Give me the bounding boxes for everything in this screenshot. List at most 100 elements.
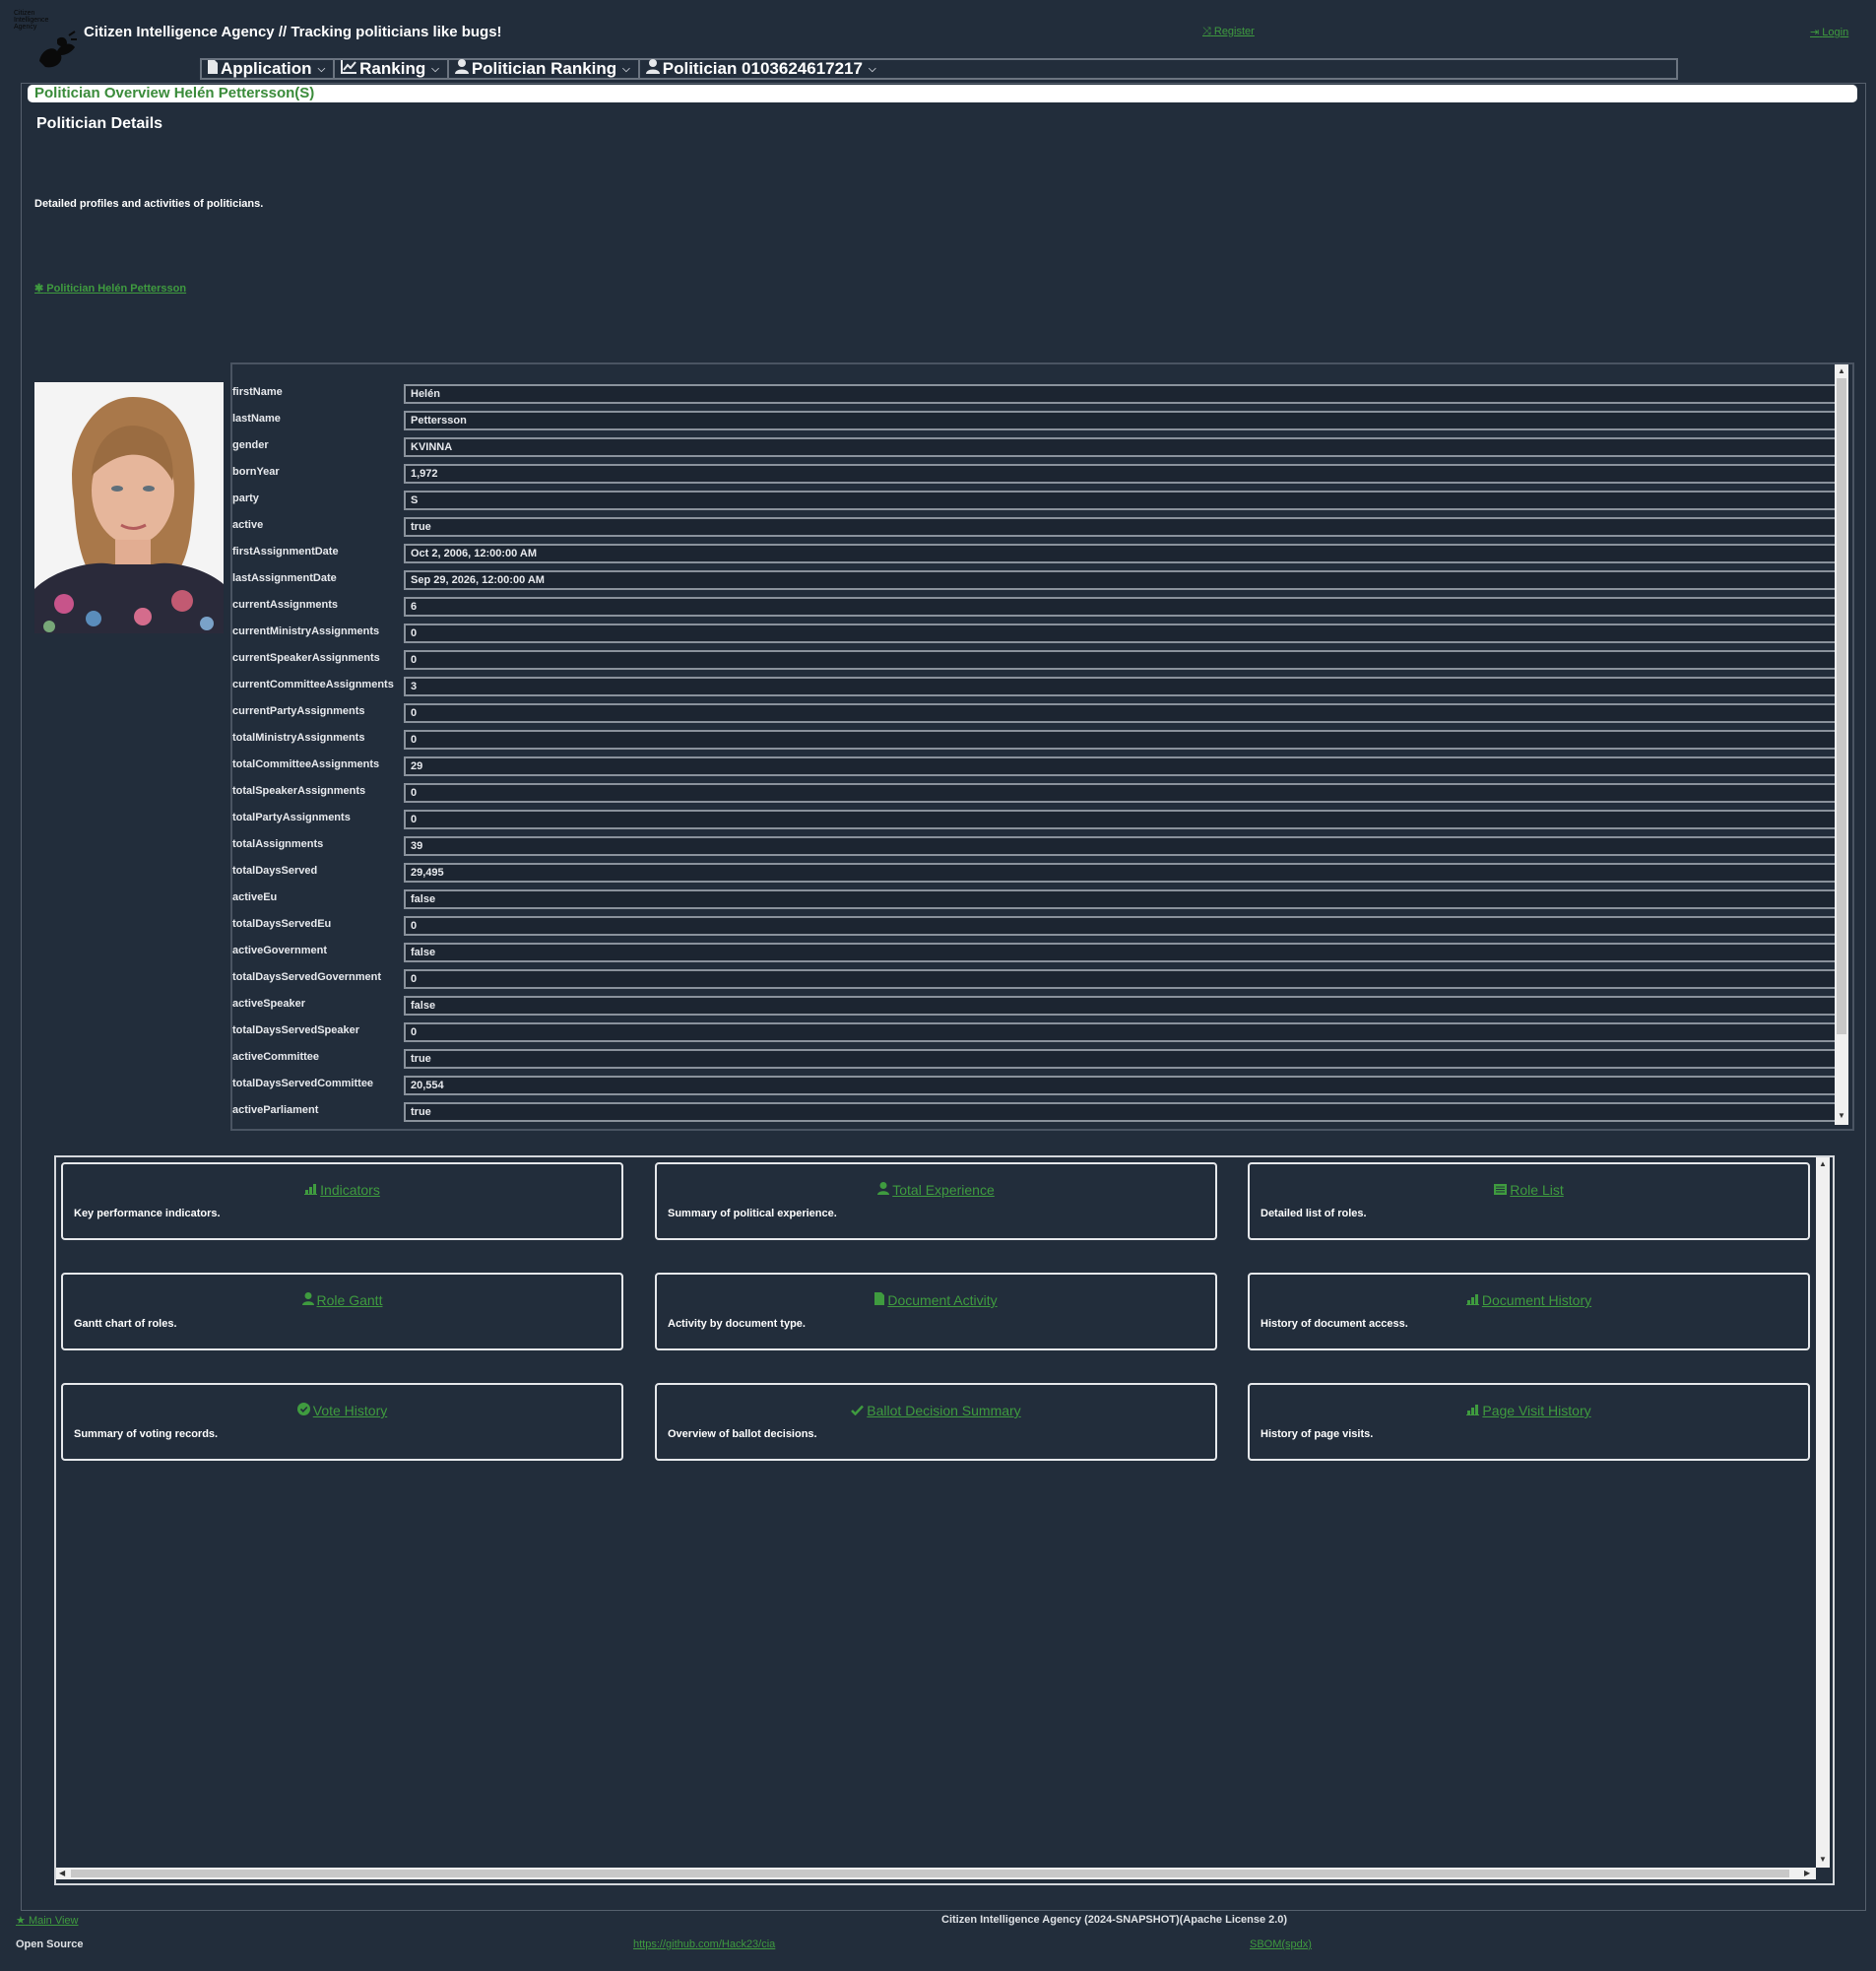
detail-row-lastName: lastName Pettersson	[232, 411, 1841, 431]
list-icon	[1494, 1182, 1508, 1198]
card-title: Role List	[1250, 1182, 1808, 1198]
bug-icon: ✱	[34, 283, 44, 295]
chevron-down-icon: ⌵	[431, 63, 439, 75]
detail-value-field[interactable]: Pettersson	[404, 411, 1841, 430]
scroll-down-icon[interactable]: ▼	[1838, 1111, 1845, 1120]
detail-value-field[interactable]: Sep 29, 2026, 12:00:00 AM	[404, 570, 1841, 590]
footer-sbom-link[interactable]: SBOM(spdx)	[1250, 1938, 1312, 1950]
detail-value-field[interactable]: 29	[404, 756, 1841, 776]
login-link[interactable]: ⇥ Login	[1810, 26, 1848, 38]
chevron-down-icon: ⌵	[317, 63, 326, 75]
card-indicators: Indicators Key performance indicators.	[61, 1162, 623, 1240]
detail-row-currentCommitteeAssignments: currentCommitteeAssignments 3	[232, 677, 1841, 697]
detail-value-field[interactable]: 0	[404, 969, 1841, 989]
sign-in-icon: ⇥	[1810, 27, 1820, 38]
menu-politician[interactable]: Politician 0103624617217 ⌵	[640, 59, 884, 78]
detail-value-field[interactable]: 39	[404, 836, 1841, 856]
detail-value-field[interactable]: 1,972	[404, 464, 1841, 484]
scroll-left-icon[interactable]: ◀	[59, 1869, 65, 1877]
detail-value-field[interactable]: 0	[404, 916, 1841, 936]
card-link[interactable]: Indicators	[320, 1182, 380, 1198]
form-scroll-thumb[interactable]	[1837, 378, 1846, 1034]
bar-chart-icon	[1465, 1292, 1479, 1308]
card-link[interactable]: Role List	[1510, 1182, 1563, 1198]
detail-row-bornYear: bornYear 1,972	[232, 464, 1841, 485]
detail-label: activeGovernment	[232, 945, 327, 956]
card-panel-scroll-thumb[interactable]	[71, 1870, 1789, 1877]
detail-value-field[interactable]: 3	[404, 677, 1841, 696]
detail-value-field[interactable]: KVINNA	[404, 437, 1841, 457]
user-tie-icon	[301, 1292, 314, 1308]
detail-value-field[interactable]: 0	[404, 730, 1841, 750]
detail-value-field[interactable]: true	[404, 517, 1841, 537]
detail-value-field[interactable]: 0	[404, 783, 1841, 803]
detail-label: totalAssignments	[232, 838, 324, 850]
detail-value-field[interactable]: 0	[404, 810, 1841, 829]
menu-politician-ranking[interactable]: Politician Ranking ⌵	[449, 59, 640, 78]
detail-value-field[interactable]: 20,554	[404, 1076, 1841, 1095]
card-panel-vertical-scrollbar[interactable]: ▲ ▼	[1816, 1157, 1830, 1868]
logo-text: Citizen Intelligence Agency	[14, 10, 49, 31]
detail-value-field[interactable]: Oct 2, 2006, 12:00:00 AM	[404, 544, 1841, 563]
card-description: Summary of political experience.	[668, 1208, 837, 1219]
card-document-history: Document History History of document acce…	[1248, 1273, 1810, 1350]
card-link[interactable]: Document Activity	[887, 1292, 997, 1308]
detail-row-totalMinistryAssignments: totalMinistryAssignments 0	[232, 730, 1841, 751]
card-title: Ballot Decision Summary	[657, 1403, 1215, 1418]
card-vote-history: Vote History Summary of voting records.	[61, 1383, 623, 1461]
politician-link[interactable]: ✱ Politician Helén Pettersson	[34, 282, 186, 295]
detail-value-field[interactable]: 0	[404, 1022, 1841, 1042]
card-description: History of document access.	[1261, 1318, 1408, 1330]
register-link[interactable]: ⤨ Register	[1202, 26, 1255, 38]
detail-label: active	[232, 519, 264, 531]
detail-value-field[interactable]: true	[404, 1102, 1841, 1122]
card-link[interactable]: Vote History	[313, 1403, 387, 1418]
card-link[interactable]: Role Gantt	[317, 1292, 383, 1308]
detail-value-field[interactable]: false	[404, 889, 1841, 909]
detail-row-totalDaysServedSpeaker: totalDaysServedSpeaker 0	[232, 1022, 1841, 1043]
check-icon	[851, 1403, 865, 1418]
detail-label: totalPartyAssignments	[232, 812, 351, 823]
detail-label: totalSpeakerAssignments	[232, 785, 366, 797]
detail-value-field[interactable]: Helén	[404, 384, 1841, 404]
card-link[interactable]: Ballot Decision Summary	[867, 1403, 1020, 1418]
detail-value-field[interactable]: true	[404, 1049, 1841, 1069]
detail-value-field[interactable]: S	[404, 491, 1841, 510]
user-tie-icon	[877, 1182, 890, 1198]
detail-row-firstName: firstName Helén	[232, 384, 1841, 405]
detail-value-field[interactable]: 6	[404, 597, 1841, 617]
detail-value-field[interactable]: 29,495	[404, 863, 1841, 883]
detail-value-field[interactable]: 0	[404, 650, 1841, 670]
detail-row-activeSpeaker: activeSpeaker false	[232, 996, 1841, 1017]
detail-value-field[interactable]: 0	[404, 624, 1841, 643]
detail-label: activeSpeaker	[232, 998, 305, 1010]
detail-label: currentCommitteeAssignments	[232, 679, 394, 690]
detail-row-activeParliament: activeParliament true	[232, 1102, 1841, 1123]
detail-row-activeGovernment: activeGovernment false	[232, 943, 1841, 963]
detail-label: bornYear	[232, 466, 280, 478]
detail-label: totalDaysServedEu	[232, 918, 332, 930]
scroll-right-icon[interactable]: ▶	[1804, 1869, 1810, 1877]
detail-label: activeParliament	[232, 1104, 319, 1116]
detail-row-lastAssignmentDate: lastAssignmentDate Sep 29, 2026, 12:00:00…	[232, 570, 1841, 591]
detail-row-totalDaysServedGovernment: totalDaysServedGovernment 0	[232, 969, 1841, 990]
detail-row-activeEu: activeEu false	[232, 889, 1841, 910]
footer-main-view-link[interactable]: ★ Main View	[16, 1914, 78, 1927]
footer-github-link[interactable]: https://github.com/Hack23/cia	[633, 1938, 775, 1950]
detail-label: activeEu	[232, 891, 278, 903]
card-document-activity: Document Activity Activity by document ty…	[655, 1273, 1217, 1350]
card-panel	[54, 1155, 1835, 1885]
detail-row-active: active true	[232, 517, 1841, 538]
detail-label: totalDaysServedCommittee	[232, 1078, 374, 1089]
card-link[interactable]: Page Visit History	[1482, 1403, 1590, 1418]
detail-value-field[interactable]: 0	[404, 703, 1841, 723]
scroll-up-icon[interactable]: ▲	[1838, 366, 1845, 375]
detail-value-field[interactable]: false	[404, 943, 1841, 962]
card-link[interactable]: Total Experience	[892, 1182, 995, 1198]
menu-application[interactable]: Application ⌵	[202, 59, 336, 78]
menu-ranking[interactable]: Ranking ⌵	[335, 59, 449, 78]
card-link[interactable]: Document History	[1482, 1292, 1591, 1308]
scroll-up-icon[interactable]: ▲	[1819, 1159, 1827, 1168]
scroll-down-icon[interactable]: ▼	[1819, 1855, 1827, 1864]
detail-value-field[interactable]: false	[404, 996, 1841, 1016]
